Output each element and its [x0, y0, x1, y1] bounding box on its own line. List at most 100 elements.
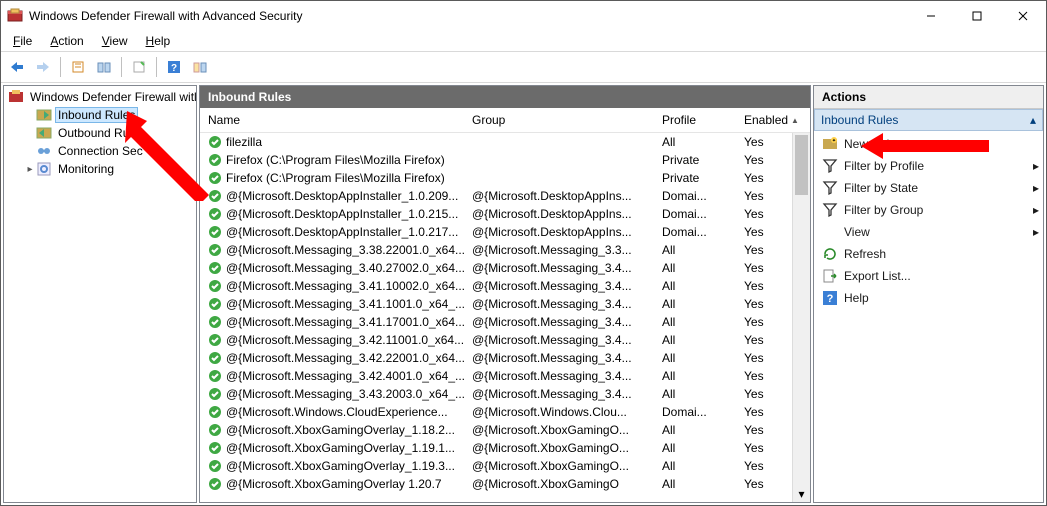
action-filter-state[interactable]: Filter by State▸ [814, 177, 1043, 199]
allow-icon [208, 477, 222, 491]
rule-row[interactable]: @{Microsoft.Messaging_3.41.10002.0_x64..… [200, 277, 810, 295]
allow-icon [208, 153, 222, 167]
rule-profile: All [654, 279, 736, 293]
toolbar-button-2[interactable] [92, 55, 116, 79]
toolbar-button-1[interactable] [66, 55, 90, 79]
rule-row[interactable]: @{Microsoft.DesktopAppInstaller_1.0.217.… [200, 223, 810, 241]
tree-item-outbound-rule[interactable]: Outbound Rule [6, 124, 196, 142]
rule-profile: Domai... [654, 405, 736, 419]
forward-button[interactable] [31, 55, 55, 79]
allow-icon [208, 405, 222, 419]
rule-name: @{Microsoft.Messaging_3.41.1001.0_x64_..… [226, 297, 464, 311]
help-icon: ? [822, 290, 838, 306]
divider [121, 57, 122, 77]
col-profile[interactable]: Profile [654, 113, 736, 127]
back-button[interactable] [5, 55, 29, 79]
actions-section-header[interactable]: Inbound Rules ▴ [814, 109, 1043, 131]
action-refresh[interactable]: Refresh [814, 243, 1043, 265]
rule-row[interactable]: @{Microsoft.Messaging_3.42.22001.0_x64..… [200, 349, 810, 367]
list-pane: Inbound Rules Name Group Profile Enabled… [199, 85, 811, 503]
action-label: Filter by State [844, 181, 918, 195]
help-button[interactable]: ? [162, 55, 186, 79]
action-filter-group[interactable]: Filter by Group▸ [814, 199, 1043, 221]
close-button[interactable] [1000, 1, 1046, 31]
toolbar-button-3[interactable] [127, 55, 151, 79]
action-label: Refresh [844, 247, 886, 261]
rule-row[interactable]: @{Microsoft.Messaging_3.41.17001.0_x64..… [200, 313, 810, 331]
rule-group: @{Microsoft.Messaging_3.4... [464, 369, 654, 383]
toolbar: ? [1, 52, 1046, 83]
rule-row[interactable]: @{Microsoft.Messaging_3.38.22001.0_x64..… [200, 241, 810, 259]
rule-row[interactable]: @{Microsoft.XboxGamingOverlay_1.19.3...@… [200, 457, 810, 475]
rule-profile: All [654, 261, 736, 275]
rule-profile: All [654, 351, 736, 365]
allow-icon [208, 279, 222, 293]
rule-row[interactable]: @{Microsoft.DesktopAppInstaller_1.0.209.… [200, 187, 810, 205]
vertical-scrollbar[interactable]: ▴ ▾ [792, 133, 810, 502]
col-enabled[interactable]: Enabled▲ [736, 113, 810, 127]
toolbar-button-4[interactable] [188, 55, 212, 79]
tree-item-inbound-rules[interactable]: Inbound Rules [6, 106, 196, 124]
window-title: Windows Defender Firewall with Advanced … [29, 9, 908, 23]
rule-row[interactable]: @{Microsoft.Windows.CloudExperience...@{… [200, 403, 810, 421]
rule-row[interactable]: @{Microsoft.Messaging_3.42.11001.0_x64..… [200, 331, 810, 349]
rule-row[interactable]: filezillaAllYes [200, 133, 810, 151]
action-filter-profile[interactable]: Filter by Profile▸ [814, 155, 1043, 177]
scroll-thumb[interactable] [795, 135, 808, 195]
action-export[interactable]: Export List... [814, 265, 1043, 287]
rule-profile: Private [654, 153, 736, 167]
rule-row[interactable]: @{Microsoft.Messaging_3.41.1001.0_x64_..… [200, 295, 810, 313]
tree-item-connection-sec[interactable]: Connection Sec [6, 142, 196, 160]
rule-profile: All [654, 459, 736, 473]
tree-item-icon [36, 143, 52, 159]
rule-row[interactable]: @{Microsoft.Messaging_3.40.27002.0_x64..… [200, 259, 810, 277]
col-group[interactable]: Group [464, 113, 654, 127]
rule-row[interactable]: Firefox (C:\Program Files\Mozilla Firefo… [200, 169, 810, 187]
menu-file[interactable]: File [5, 33, 40, 49]
minimize-button[interactable] [908, 1, 954, 31]
scroll-down-icon[interactable]: ▾ [793, 485, 810, 502]
rule-row[interactable]: @{Microsoft.XboxGamingOverlay 1.20.7@{Mi… [200, 475, 810, 493]
rule-group: @{Microsoft.Windows.Clou... [464, 405, 654, 419]
rule-row[interactable]: @{Microsoft.Messaging_3.43.2003.0_x64_..… [200, 385, 810, 403]
rule-group: @{Microsoft.Messaging_3.4... [464, 333, 654, 347]
rule-row[interactable]: @{Microsoft.XboxGamingOverlay_1.18.2...@… [200, 421, 810, 439]
action-label: Export List... [844, 269, 911, 283]
rule-name: filezilla [226, 135, 262, 149]
action-label: Filter by Group [844, 203, 923, 217]
rule-row[interactable]: @{Microsoft.XboxGamingOverlay_1.19.1...@… [200, 439, 810, 457]
allow-icon [208, 315, 222, 329]
actions-section-label: Inbound Rules [821, 113, 898, 127]
menu-action[interactable]: Action [42, 33, 91, 49]
window-controls [908, 1, 1046, 31]
rule-group: @{Microsoft.Messaging_3.4... [464, 387, 654, 401]
rule-row[interactable]: @{Microsoft.Messaging_3.42.4001.0_x64_..… [200, 367, 810, 385]
action-help[interactable]: ? Help [814, 287, 1043, 309]
rule-profile: All [654, 387, 736, 401]
tree-item-label: Connection Sec [56, 144, 145, 158]
allow-icon [208, 387, 222, 401]
tree-root[interactable]: Windows Defender Firewall witl [6, 88, 196, 106]
tree-item-monitoring[interactable]: ▸Monitoring [6, 160, 196, 178]
menu-view[interactable]: View [94, 33, 136, 49]
action-label: Help [844, 291, 869, 305]
allow-icon [208, 459, 222, 473]
maximize-button[interactable] [954, 1, 1000, 31]
col-name[interactable]: Name [200, 113, 464, 127]
rule-row[interactable]: Firefox (C:\Program Files\Mozilla Firefo… [200, 151, 810, 169]
rule-row[interactable]: @{Microsoft.DesktopAppInstaller_1.0.215.… [200, 205, 810, 223]
menu-help[interactable]: Help [138, 33, 179, 49]
expand-icon[interactable]: ▸ [24, 164, 36, 175]
action-view[interactable]: View▸ [814, 221, 1043, 243]
rule-name: @{Microsoft.DesktopAppInstaller_1.0.215.… [226, 207, 458, 221]
action-new-rule[interactable]: ✦New Rule... [814, 133, 1043, 155]
allow-icon [208, 207, 222, 221]
refresh-icon [822, 246, 838, 262]
tree-item-icon [36, 125, 52, 141]
allow-icon [208, 333, 222, 347]
allow-icon [208, 225, 222, 239]
rule-name: @{Microsoft.Messaging_3.38.22001.0_x64..… [226, 243, 464, 257]
rule-profile: All [654, 441, 736, 455]
filter-icon [822, 202, 838, 218]
rule-profile: All [654, 315, 736, 329]
